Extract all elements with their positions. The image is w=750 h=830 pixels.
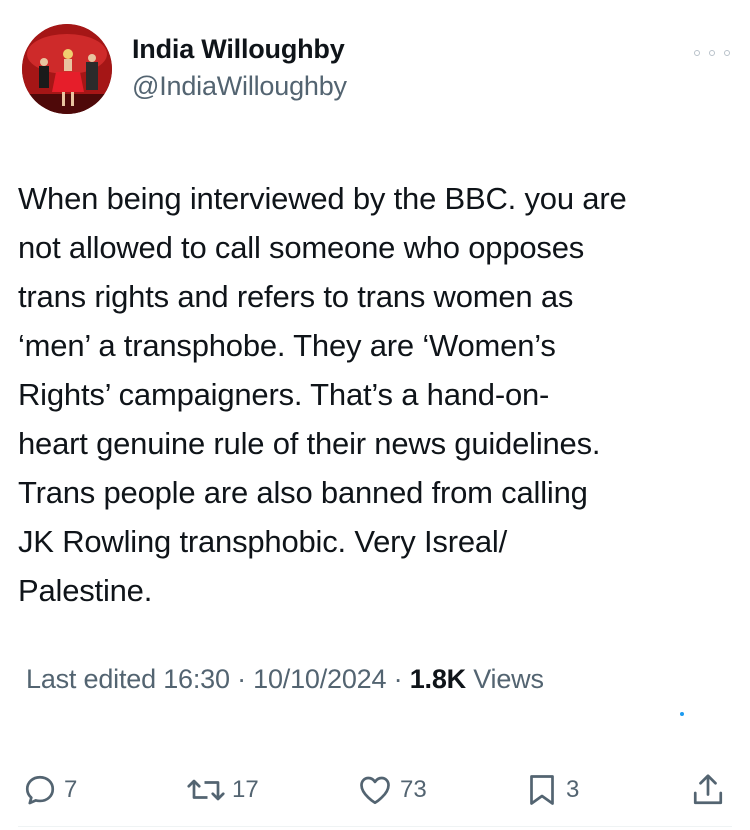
heart-icon	[360, 776, 390, 805]
avatar[interactable]	[22, 24, 112, 114]
tweet-line: Rights’ campaigners. That’s a hand-on-	[18, 377, 550, 412]
tweet-line: Trans people are also banned from callin…	[18, 475, 588, 510]
repost-button[interactable]: 17	[186, 768, 259, 812]
author-names: India Willoughby @IndiaWilloughby	[132, 34, 347, 102]
tweet-line: trans rights and refers to trans women a…	[18, 279, 574, 314]
more-horizontal-icon[interactable]	[694, 46, 730, 60]
views-label: Views	[465, 664, 544, 694]
share-button[interactable]	[690, 768, 726, 812]
tweet-line: heart genuine rule of their news guideli…	[18, 426, 601, 461]
like-button[interactable]: 73	[356, 768, 427, 812]
tweet-line: JK Rowling transphobic. Very Isreal/	[18, 524, 508, 559]
display-name[interactable]: India Willoughby	[132, 34, 347, 65]
blue-dot	[680, 712, 684, 716]
reply-count: 7	[64, 776, 78, 803]
bookmark-button[interactable]: 3	[524, 768, 579, 812]
tweet-text: When being interviewed by the BBC. you a…	[18, 174, 734, 615]
bookmark-icon	[530, 775, 554, 805]
like-count: 73	[400, 776, 427, 803]
share-icon	[693, 774, 723, 805]
tweet-meta: Last edited 16:30 · 10/10/2024 · 1.8K Vi…	[26, 664, 544, 695]
handle[interactable]: @IndiaWilloughby	[132, 71, 347, 102]
tweet-line: not allowed to call someone who opposes	[18, 230, 585, 265]
meta-separator: ·	[386, 664, 410, 694]
divider	[18, 826, 732, 827]
tweet-header: India Willoughby @IndiaWilloughby	[22, 24, 730, 124]
bookmark-count: 3	[566, 776, 580, 803]
reply-button[interactable]: 7	[22, 768, 77, 812]
edited-timestamp[interactable]: Last edited 16:30 · 10/10/2024	[26, 664, 386, 694]
tweet-line: ‘men’ a transphobe. They are ‘Women’s	[18, 328, 556, 363]
tweet-line: When being interviewed by the BBC. you a…	[18, 181, 627, 216]
views-count: 1.8K	[409, 664, 466, 694]
reply-icon	[25, 775, 55, 805]
action-bar: 7 17 73 3	[0, 768, 750, 812]
repost-count: 17	[232, 776, 259, 803]
avatar-photo	[22, 24, 112, 114]
repost-icon	[187, 779, 225, 801]
tweet-line: Palestine.	[18, 573, 153, 608]
